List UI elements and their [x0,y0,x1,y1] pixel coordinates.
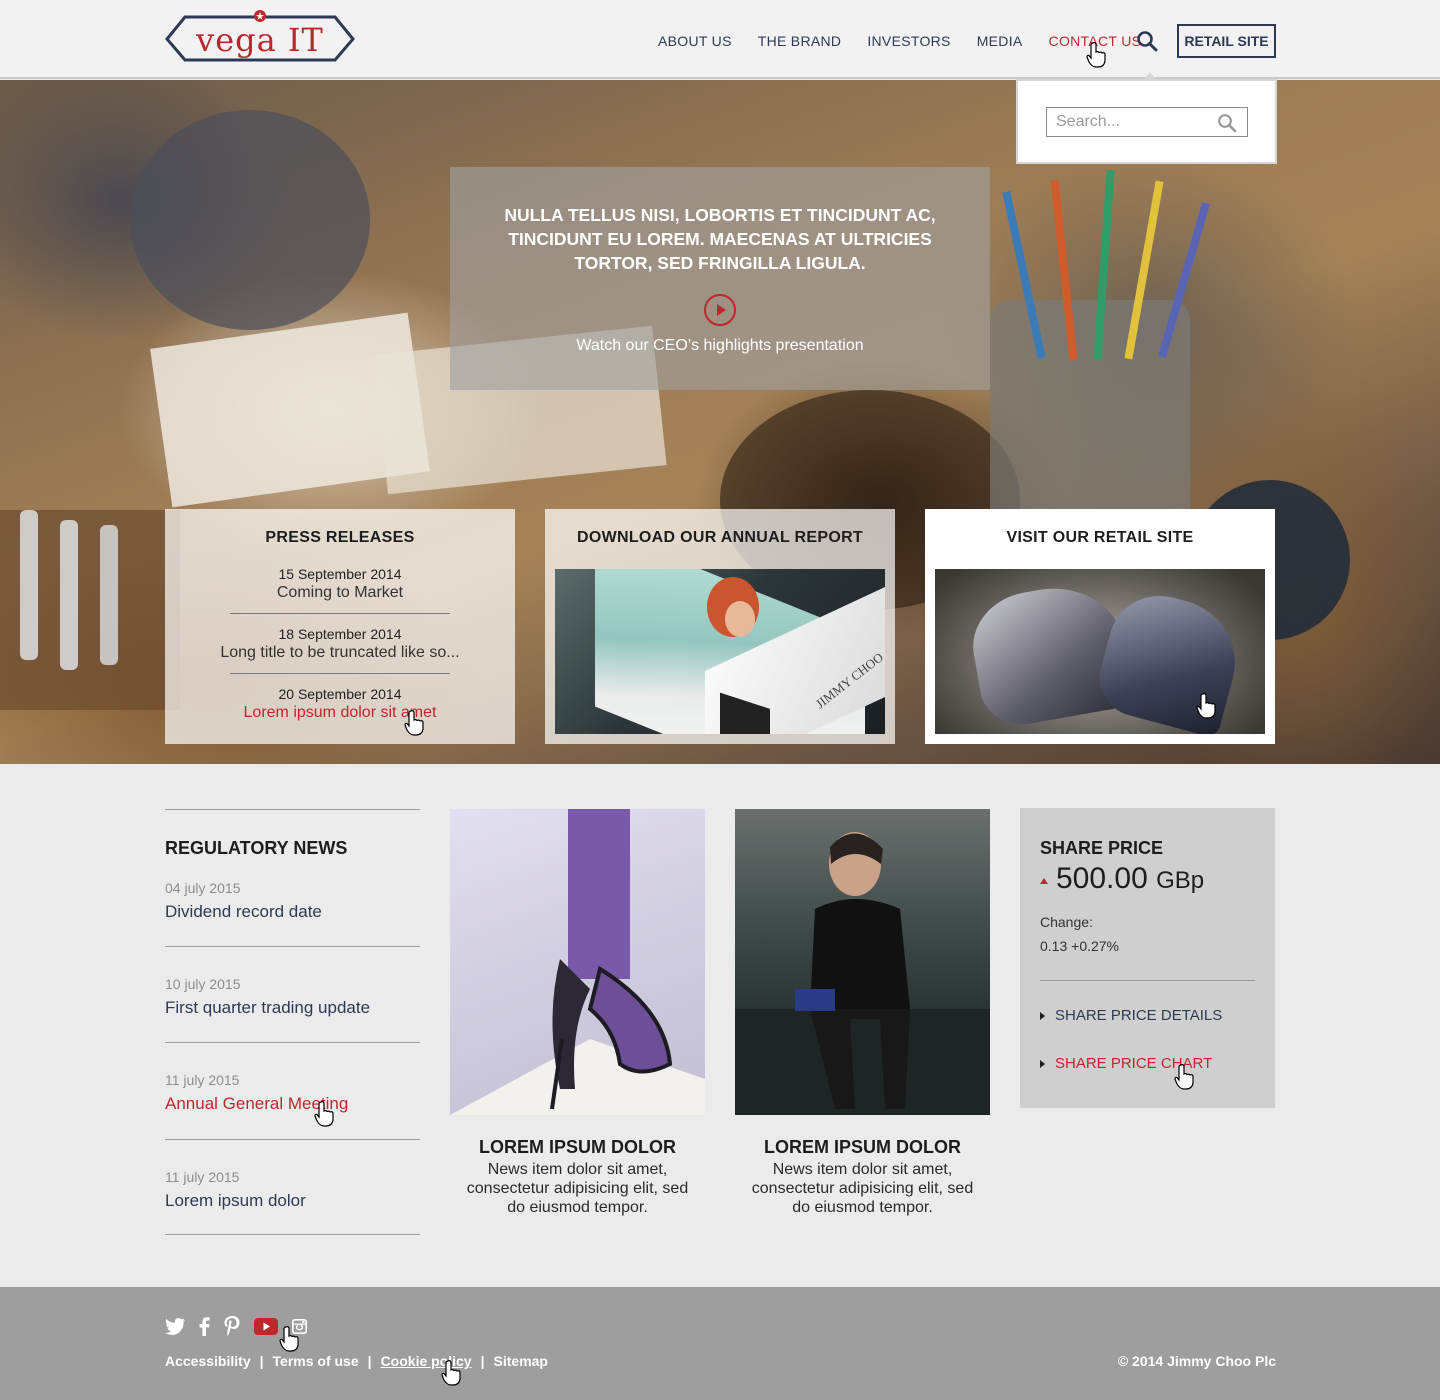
regulatory-link[interactable]: Dividend record date [165,902,420,922]
annual-report-card[interactable]: DOWNLOAD OUR ANNUAL REPORT JIMMY CHOO [545,509,895,744]
press-title[interactable]: Coming to Market [165,584,515,602]
accessibility-link[interactable]: Accessibility [165,1353,251,1369]
divider [165,1139,420,1140]
nav-about-us[interactable]: ABOUT US [658,33,732,49]
nav-contact-us[interactable]: CONTACT US [1049,33,1142,49]
price-up-icon [1040,878,1048,884]
search-icon[interactable] [1136,30,1158,52]
retail-site-title[interactable]: VISIT OUR RETAIL SITE [925,529,1275,547]
search-submit-icon[interactable] [1217,113,1237,133]
report-brand-text: JIMMY CHOO [813,649,885,711]
press-item[interactable]: 20 September 2014 Lorem ipsum dolor sit … [165,686,515,722]
site-footer: Accessibility | Terms of use | Cookie po… [0,1287,1440,1400]
dropdown-arrow [1144,72,1156,80]
report-model-graphic: JIMMY CHOO [707,577,885,734]
share-price-number: 500.00 [1056,862,1148,895]
logo-text: vega IT [196,20,324,59]
copyright: © 2014 Jimmy Choo Plc [1117,1353,1276,1369]
facebook-icon[interactable] [199,1316,210,1341]
annual-report-title[interactable]: DOWNLOAD OUR ANNUAL REPORT [545,529,895,547]
news-image[interactable] [450,809,705,1115]
nav-investors[interactable]: INVESTORS [867,33,950,49]
divider [165,1042,420,1043]
search-dropdown [1016,72,1277,164]
cookie-policy-link[interactable]: Cookie policy [381,1353,472,1369]
regulatory-link[interactable]: First quarter trading update [165,998,420,1018]
regulatory-date: 04 july 2015 [165,880,241,896]
regulatory-item[interactable]: 10 july 2015 First quarter trading updat… [165,976,420,1018]
retail-boots-image[interactable] [935,569,1265,734]
press-title[interactable]: Lorem ipsum dolor sit amet [165,704,515,722]
social-links [165,1316,321,1341]
separator: | [259,1353,264,1369]
share-change-label: Change: [1040,914,1093,930]
news-text: News item dolor sit amet, consectetur ad… [751,1161,974,1216]
pinterest-icon[interactable] [224,1316,240,1341]
share-price-panel: SHARE PRICE 500.00 GBp Change: 0.13 +0.2… [1020,808,1275,1108]
press-releases-card: PRESS RELEASES 15 September 2014 Coming … [165,509,515,744]
regulatory-item[interactable]: 11 july 2015 Annual General Meeting [165,1072,420,1114]
logo[interactable]: vega IT [165,10,355,67]
hero-headline: NULLA TELLUS NISI, LOBORTIS ET TINCIDUNT… [504,205,936,273]
hero-text-box: NULLA TELLUS NISI, LOBORTIS ET TINCIDUNT… [450,167,990,390]
regulatory-date: 11 july 2015 [165,1169,240,1185]
separator: | [480,1353,485,1369]
share-price-unit: GBp [1156,867,1205,894]
divider [165,946,420,947]
model-graphic [735,832,990,1115]
news-text: News item dolor sit amet, consectetur ad… [466,1161,689,1216]
divider [230,613,450,614]
regulatory-date: 10 july 2015 [165,976,241,992]
regulatory-date: 11 july 2015 [165,1072,240,1088]
divider [230,673,450,674]
hero-banner: NULLA TELLUS NISI, LOBORTIS ET TINCIDUNT… [0,80,1440,764]
share-price-chart-link[interactable]: SHARE PRICE CHART [1040,1055,1212,1072]
press-title[interactable]: Long title to be truncated like so... [165,644,515,662]
news-title[interactable]: LOREM IPSUM DOLOR [735,1137,990,1158]
boot-right [1091,584,1249,734]
footer-links: Accessibility | Terms of use | Cookie po… [165,1353,548,1369]
terms-link[interactable]: Terms of use [273,1353,359,1369]
news-image[interactable] [735,809,990,1115]
press-releases-title: PRESS RELEASES [265,529,415,546]
regulatory-item[interactable]: 11 july 2015 Lorem ipsum dolor [165,1169,420,1211]
press-item[interactable]: 18 September 2014 Long title to be trunc… [165,626,515,662]
regulatory-news: REGULATORY NEWS 04 july 2015 Dividend re… [165,809,420,1235]
annual-report-image[interactable]: JIMMY CHOO [555,569,885,734]
retail-site-button[interactable]: RETAIL SITE [1177,24,1276,58]
nav-the-brand[interactable]: THE BRAND [758,33,842,49]
share-change-value: 0.13 +0.27% [1040,938,1120,954]
retail-site-card[interactable]: VISIT OUR RETAIL SITE [925,509,1275,744]
share-price-value: 500.00 GBp [1056,862,1204,896]
twitter-icon[interactable] [165,1317,185,1340]
divider [1040,980,1255,981]
share-price-title: SHARE PRICE [1040,838,1164,858]
hero-video-link[interactable]: Watch our CEO’s highlights presentation [450,337,990,355]
news-item[interactable]: LOREM IPSUM DOLOR News item dolor sit am… [735,809,990,1217]
press-date: 20 September 2014 [278,686,402,702]
regulatory-news-title: REGULATORY NEWS [165,838,348,858]
news-item[interactable]: LOREM IPSUM DOLOR News item dolor sit am… [450,809,705,1217]
separator: | [367,1353,372,1369]
play-icon[interactable] [704,294,736,326]
sandal-graphic [450,809,705,1115]
regulatory-item[interactable]: 04 july 2015 Dividend record date [165,880,420,922]
regulatory-link[interactable]: Lorem ipsum dolor [165,1191,420,1211]
instagram-icon[interactable] [292,1318,307,1339]
press-date: 18 September 2014 [278,626,402,642]
site-header: vega IT ABOUT US THE BRAND INVESTORS MED… [0,0,1440,79]
divider [165,1234,420,1235]
news-title[interactable]: LOREM IPSUM DOLOR [450,1137,705,1158]
press-item[interactable]: 15 September 2014 Coming to Market [165,566,515,602]
youtube-icon[interactable] [254,1317,278,1340]
press-date: 15 September 2014 [278,566,402,582]
regulatory-link[interactable]: Annual General Meeting [165,1094,420,1114]
main-nav: ABOUT US THE BRAND INVESTORS MEDIA CONTA… [658,24,1167,58]
sitemap-link[interactable]: Sitemap [494,1353,548,1369]
share-price-details-link[interactable]: SHARE PRICE DETAILS [1040,1007,1222,1024]
nav-media[interactable]: MEDIA [977,33,1023,49]
